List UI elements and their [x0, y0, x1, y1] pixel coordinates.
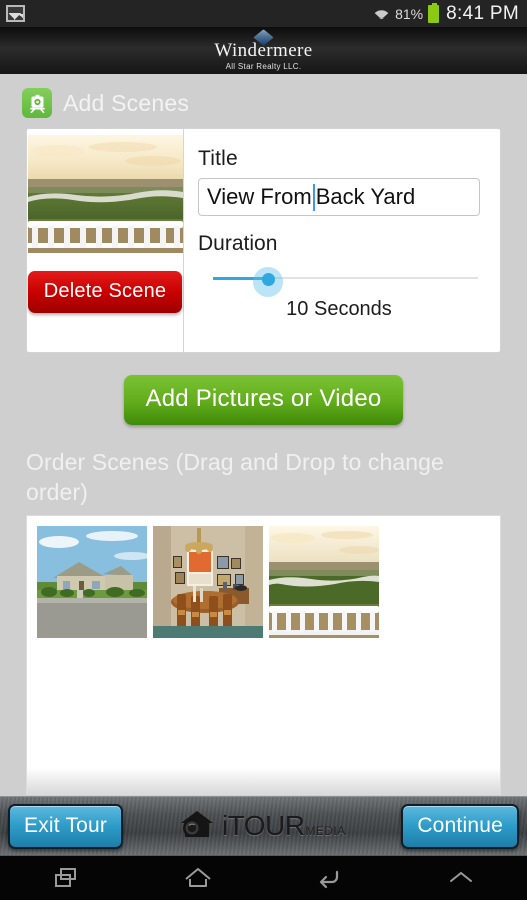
page-title: Add Scenes: [63, 89, 190, 116]
home-icon[interactable]: [132, 866, 264, 890]
title-text-after-caret: Back Yard: [315, 184, 416, 209]
scene-title-input[interactable]: View From Back Yard: [198, 178, 480, 216]
gallery-icon: [6, 5, 25, 22]
delete-scene-button[interactable]: Delete Scene: [27, 271, 183, 313]
title-field-label: Title: [198, 147, 238, 170]
recents-icon[interactable]: [0, 866, 132, 890]
text-cursor: [312, 183, 315, 211]
panel-bottom-fade: [27, 768, 500, 794]
duration-field-label: Duration: [198, 232, 278, 255]
itour-wordmark: iTOUR MEDIA: [222, 810, 346, 842]
scene-card-right: Title View From Back Yard Duration 10 Se…: [184, 129, 500, 352]
status-bar-system: 81% 8:41 PM: [373, 2, 519, 25]
page-header: Add Scenes: [0, 74, 527, 128]
status-bar-notifications: [6, 5, 25, 22]
android-nav-bar: [0, 855, 527, 900]
main-content: Add Scenes Delete Scene Title View From …: [0, 74, 527, 796]
itour-secondary-text: MEDIA: [305, 824, 346, 838]
duration-value-label: 10 Seconds: [286, 298, 392, 320]
app-screen: 81% 8:41 PM Windermere All Star Realty L…: [0, 0, 527, 900]
status-bar-clock: 8:41 PM: [446, 2, 519, 24]
add-media-row: Add Pictures or Video: [0, 375, 527, 425]
back-icon[interactable]: [264, 866, 396, 890]
battery-percent: 81%: [395, 5, 424, 22]
wifi-icon: [373, 6, 390, 22]
brand-header: Windermere All Star Realty LLC.: [0, 27, 527, 74]
scene-thumb-house-exterior[interactable]: [37, 526, 147, 638]
scene-card-left: Delete Scene: [27, 129, 184, 352]
scene-preview-thumbnail[interactable]: [27, 135, 183, 253]
exit-tour-button[interactable]: Exit Tour: [8, 803, 124, 849]
itour-house-camera-icon: [179, 809, 215, 844]
battery-icon: [428, 2, 440, 23]
brand-subtitle: All Star Realty LLC.: [225, 61, 302, 71]
order-scenes-panel[interactable]: [26, 515, 501, 795]
bottom-toolbar: Exit Tour iTOUR MEDIA Continue: [0, 796, 527, 855]
itour-primary-text: iTOUR: [221, 810, 305, 841]
slider-thumb[interactable]: [262, 273, 275, 286]
itour-media-logo: iTOUR MEDIA: [179, 809, 346, 844]
duration-slider[interactable]: [198, 267, 480, 297]
chevron-up-icon[interactable]: [395, 868, 527, 888]
title-text-before-caret: View From: [207, 184, 312, 209]
add-scenes-icon: [22, 88, 52, 118]
add-pictures-or-video-button[interactable]: Add Pictures or Video: [123, 375, 404, 425]
scene-thumb-back-yard-view[interactable]: [269, 526, 379, 638]
scene-thumb-dining-room[interactable]: [153, 526, 263, 638]
android-status-bar: 81% 8:41 PM: [0, 0, 527, 27]
continue-button[interactable]: Continue: [401, 803, 519, 849]
order-scenes-heading: Order Scenes (Drag and Drop to change or…: [26, 449, 444, 505]
scene-card: Delete Scene Title View From Back Yard D…: [26, 128, 501, 353]
scene-thumbnail-row: [37, 526, 500, 638]
